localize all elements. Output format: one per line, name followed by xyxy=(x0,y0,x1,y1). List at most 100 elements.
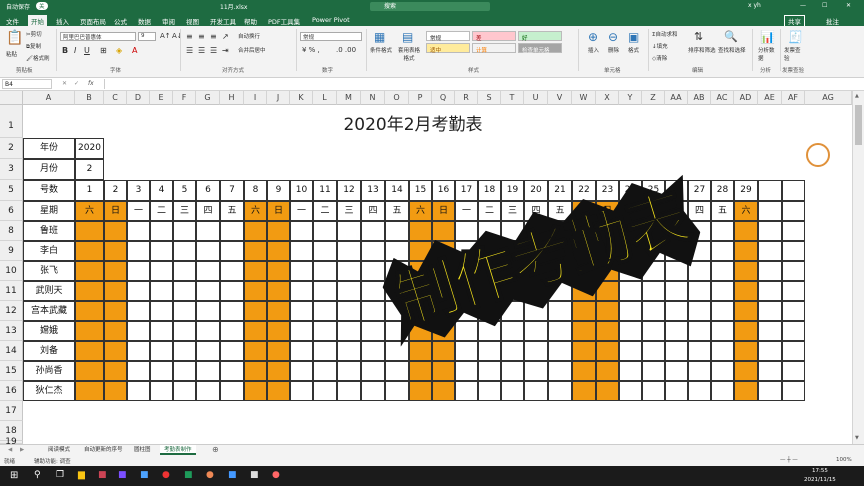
clock-date[interactable]: 2021/11/15 xyxy=(804,477,836,483)
font-color-icon[interactable]: A xyxy=(132,46,137,55)
sort-filter-button[interactable]: 排序和筛选 xyxy=(688,46,716,54)
attendance-cell[interactable] xyxy=(337,341,361,361)
paste-icon[interactable]: 📋 xyxy=(6,30,23,46)
attendance-cell[interactable] xyxy=(244,321,267,341)
vertical-scrollbar[interactable]: ▲ ▼ xyxy=(852,91,864,444)
day-number-cell[interactable]: 3 xyxy=(127,180,150,201)
orientation-icon[interactable]: ↗ xyxy=(222,32,229,41)
sort-filter-icon[interactable]: ⇅ xyxy=(694,30,703,43)
column-header-x[interactable]: X xyxy=(596,91,619,105)
attendance-cell[interactable] xyxy=(267,261,290,281)
style-neutral[interactable]: 适中 xyxy=(426,43,470,54)
column-header-p[interactable]: P xyxy=(409,91,432,105)
weekday-cell[interactable]: 日 xyxy=(267,201,290,221)
attendance-cell[interactable] xyxy=(596,381,619,401)
font-size-select[interactable]: 9 xyxy=(138,32,156,41)
attendance-cell[interactable] xyxy=(127,341,150,361)
attendance-cell[interactable] xyxy=(782,281,805,301)
attendance-cell[interactable] xyxy=(782,381,805,401)
day-number-cell[interactable]: 4 xyxy=(150,180,173,201)
file-explorer-icon[interactable]: ▆ xyxy=(78,470,85,480)
column-header-f[interactable]: F xyxy=(173,91,196,105)
attendance-cell[interactable] xyxy=(782,341,805,361)
day-number-cell[interactable]: 6 xyxy=(196,180,220,201)
attendance-cell[interactable] xyxy=(758,361,782,381)
weekday-cell[interactable]: 四 xyxy=(196,201,220,221)
attendance-cell[interactable] xyxy=(313,281,337,301)
column-header-ad[interactable]: AD xyxy=(734,91,758,105)
app-icon[interactable]: ■ xyxy=(98,470,107,480)
attendance-cell[interactable] xyxy=(478,381,501,401)
attendance-cell[interactable] xyxy=(220,301,244,321)
attendance-cell[interactable] xyxy=(361,341,385,361)
column-header-y[interactable]: Y xyxy=(619,91,642,105)
attendance-cell[interactable] xyxy=(290,241,313,261)
tab-formulas[interactable]: 公式 xyxy=(114,16,127,26)
attendance-cell[interactable] xyxy=(173,221,196,241)
find-select-icon[interactable]: 🔍 xyxy=(724,30,738,43)
employee-name-cell[interactable]: 张飞 xyxy=(23,261,75,281)
attendance-cell[interactable] xyxy=(127,221,150,241)
attendance-cell[interactable] xyxy=(75,361,104,381)
day-number-cell[interactable] xyxy=(782,180,805,201)
search-box[interactable]: 搜索 xyxy=(370,2,490,11)
app-icon[interactable]: ■ xyxy=(250,470,259,480)
column-header-d[interactable]: D xyxy=(127,91,150,105)
attendance-cell[interactable] xyxy=(782,241,805,261)
close-icon[interactable]: ✕ xyxy=(846,2,851,9)
attendance-cell[interactable] xyxy=(619,361,642,381)
search-icon[interactable]: ⚲ xyxy=(34,470,41,480)
number-format-select[interactable]: 常规 xyxy=(300,32,362,41)
style-normal[interactable]: 常规 xyxy=(426,31,470,42)
attendance-cell[interactable] xyxy=(75,301,104,321)
attendance-cell[interactable] xyxy=(782,361,805,381)
attendance-cell[interactable] xyxy=(104,361,127,381)
task-view-icon[interactable]: ❐ xyxy=(56,470,64,480)
zoom-level[interactable]: 100% xyxy=(836,457,852,463)
attendance-cell[interactable] xyxy=(665,361,688,381)
attendance-cell[interactable] xyxy=(75,241,104,261)
column-header-v[interactable]: V xyxy=(548,91,572,105)
attendance-cell[interactable] xyxy=(267,221,290,241)
attendance-cell[interactable] xyxy=(665,341,688,361)
attendance-cell[interactable] xyxy=(150,281,173,301)
autosum-button[interactable]: Σ自动求和 xyxy=(652,30,678,38)
attendance-cell[interactable] xyxy=(711,221,734,241)
excel-taskbar-icon[interactable]: ■ xyxy=(184,470,193,480)
attendance-cell[interactable] xyxy=(711,321,734,341)
copy-button[interactable]: ⧉复制 xyxy=(26,42,41,51)
attendance-cell[interactable] xyxy=(244,241,267,261)
attendance-cell[interactable] xyxy=(75,281,104,301)
attendance-cell[interactable] xyxy=(290,361,313,381)
attendance-cell[interactable] xyxy=(313,341,337,361)
weekday-cell[interactable]: 五 xyxy=(711,201,734,221)
day-number-cell[interactable] xyxy=(758,180,782,201)
attendance-cell[interactable] xyxy=(127,301,150,321)
attendance-cell[interactable] xyxy=(290,301,313,321)
invoice-icon[interactable]: 🧾 xyxy=(788,30,803,44)
row-header-5[interactable]: 5 xyxy=(0,180,23,201)
attendance-cell[interactable] xyxy=(104,241,127,261)
attendance-cell[interactable] xyxy=(244,361,267,381)
analyze-data-button[interactable]: 分析数据 xyxy=(758,46,776,62)
employee-name-cell[interactable]: 孙尚香 xyxy=(23,361,75,381)
attendance-cell[interactable] xyxy=(290,381,313,401)
attendance-cell[interactable] xyxy=(758,341,782,361)
weekday-cell[interactable]: 六 xyxy=(75,201,104,221)
windows-start-icon[interactable]: ⊞ xyxy=(10,470,18,481)
attendance-cell[interactable] xyxy=(548,381,572,401)
attendance-cell[interactable] xyxy=(267,301,290,321)
attendance-cell[interactable] xyxy=(150,301,173,321)
wrap-text-button[interactable]: 自动换行 xyxy=(238,32,260,40)
sheet-tab-cylinder[interactable]: 圆柱图 xyxy=(130,445,155,455)
attendance-cell[interactable] xyxy=(734,261,758,281)
tab-home[interactable]: 开始 xyxy=(28,15,47,26)
day-number-cell[interactable]: 11 xyxy=(313,180,337,201)
attendance-cell[interactable] xyxy=(758,241,782,261)
weekday-cell[interactable]: 一 xyxy=(290,201,313,221)
row-header-11[interactable]: 11 xyxy=(0,281,23,301)
attendance-cell[interactable] xyxy=(734,301,758,321)
border-icon[interactable]: ⊞ xyxy=(100,46,107,55)
weekday-cell[interactable]: 三 xyxy=(173,201,196,221)
currency-icon[interactable]: ¥ % , xyxy=(302,46,320,54)
